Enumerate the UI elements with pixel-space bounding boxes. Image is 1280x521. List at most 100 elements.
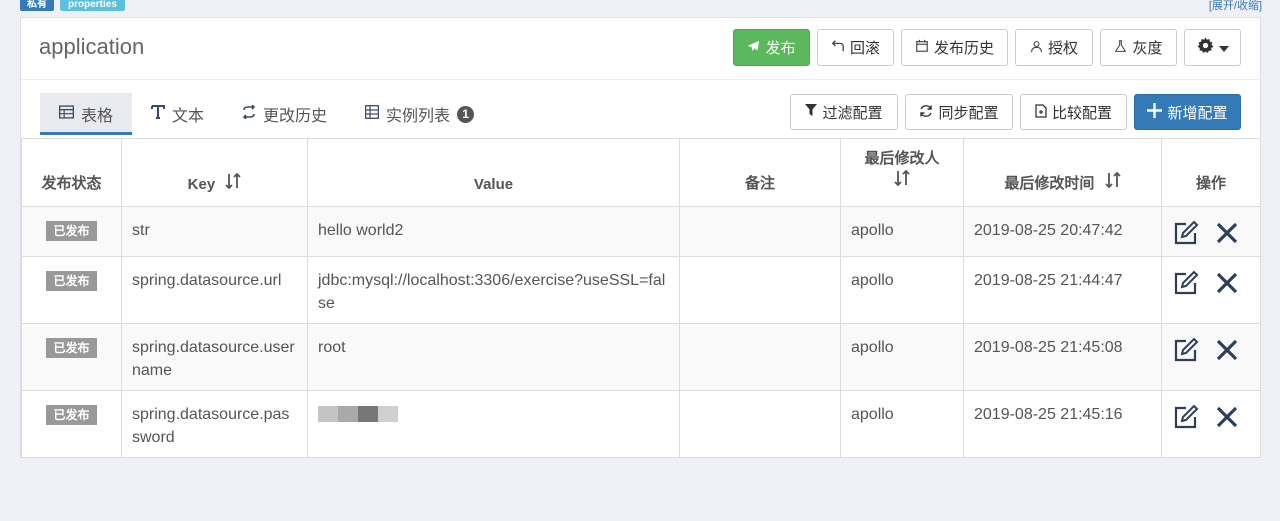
- edit-icon[interactable]: [1172, 336, 1200, 364]
- column-value: Value: [307, 138, 680, 207]
- cell-modifier: apollo: [840, 256, 964, 324]
- instance-count-badge: 1: [457, 105, 475, 123]
- table-tools: 过滤配置 同步配置 比较配置 新增配置: [790, 94, 1241, 130]
- view-tabbar: 表格 文本 更改历史 实例列表 1 过滤配置 同步配置 比较配置 新增配置: [21, 80, 1260, 138]
- authorize-label: 授权: [1047, 40, 1078, 57]
- flask-icon: [1114, 39, 1127, 56]
- cell-time: 2019-08-25 20:47:42: [963, 206, 1162, 257]
- sort-icon[interactable]: [221, 172, 241, 193]
- delete-icon[interactable]: [1213, 269, 1241, 297]
- tab-table-label: 表格: [81, 108, 114, 125]
- column-key[interactable]: Key: [121, 138, 308, 207]
- gray-release-button[interactable]: 灰度: [1100, 29, 1177, 66]
- text-icon: [151, 105, 166, 123]
- cell-key: spring.datasource.url: [121, 256, 308, 324]
- cell-key: spring.datasource.username: [121, 323, 308, 391]
- cell-modifier: apollo: [840, 323, 964, 391]
- calendar-icon: [915, 39, 929, 56]
- refresh-icon: [919, 104, 933, 121]
- rollback-button[interactable]: 回滚: [817, 29, 894, 66]
- sort-icon[interactable]: [894, 169, 910, 190]
- table-row: 已发布 spring.datasource.url jdbc:mysql://l…: [21, 256, 1261, 324]
- view-tabs: 表格 文本 更改历史 实例列表 1: [40, 93, 493, 135]
- cell-value-masked: [307, 390, 680, 458]
- table-row: 已发布 spring.datasource.username root apol…: [21, 323, 1261, 391]
- caret-down-icon: [1218, 39, 1229, 56]
- private-badge: 私有: [20, 0, 54, 11]
- namespace-title: application: [39, 34, 145, 59]
- cell-time: 2019-08-25 21:44:47: [963, 256, 1162, 324]
- namespace-actions: 发布 回滚 发布历史 授权 灰度: [733, 29, 1241, 66]
- table-header-row: 发布状态 Key Value 备注 最后修改人 最后修改时间 操作: [21, 138, 1261, 207]
- cell-time: 2019-08-25 21:45:16: [963, 390, 1162, 458]
- namespace-panel: application 发布 回滚 发布历史 授权 灰度 表格 文本 更改历史 …: [20, 17, 1261, 458]
- gear-icon: [1197, 37, 1214, 58]
- history-icon: [242, 104, 256, 123]
- tab-table[interactable]: 表格: [40, 93, 133, 135]
- gray-release-label: 灰度: [1132, 40, 1163, 57]
- user-icon: [1030, 40, 1043, 56]
- namespace-badges: 私有 properties: [20, 0, 125, 11]
- status-badge: 已发布: [46, 405, 97, 425]
- status-badge: 已发布: [46, 271, 97, 291]
- edit-icon[interactable]: [1172, 269, 1200, 297]
- delete-icon[interactable]: [1213, 336, 1241, 364]
- delete-icon[interactable]: [1213, 219, 1241, 247]
- publish-history-button[interactable]: 发布历史: [901, 29, 1008, 66]
- sync-config-label: 同步配置: [938, 104, 999, 122]
- instance-list-icon: [365, 105, 379, 123]
- cell-value: root: [307, 323, 680, 391]
- send-icon: [747, 40, 760, 56]
- cell-comment: [679, 323, 841, 391]
- rollback-label: 回滚: [849, 40, 880, 57]
- sync-config-button[interactable]: 同步配置: [905, 94, 1013, 130]
- column-ops: 操作: [1161, 138, 1261, 207]
- filter-icon: [805, 104, 818, 120]
- edit-icon[interactable]: [1172, 219, 1200, 247]
- publish-label: 发布: [765, 40, 796, 57]
- tab-instance-list-label: 实例列表: [386, 108, 451, 125]
- cell-comment: [679, 390, 841, 458]
- table-row: 已发布 spring.datasource.password apollo 20…: [21, 390, 1261, 458]
- delete-icon[interactable]: [1213, 403, 1241, 431]
- expand-collapse-link[interactable]: [展开/收缩]: [1209, 0, 1262, 13]
- column-comment: 备注: [679, 138, 841, 207]
- publish-history-label: 发布历史: [933, 40, 994, 57]
- tab-instance-list[interactable]: 实例列表 1: [346, 93, 493, 135]
- compare-config-button[interactable]: 比较配置: [1020, 94, 1127, 130]
- status-badge: 已发布: [46, 338, 97, 358]
- settings-dropdown-button[interactable]: [1184, 29, 1241, 66]
- cell-modifier: apollo: [840, 206, 964, 257]
- panel-header: application 发布 回滚 发布历史 授权 灰度: [21, 18, 1260, 80]
- filter-config-label: 过滤配置: [822, 104, 883, 122]
- cell-comment: [679, 206, 841, 257]
- cell-modifier: apollo: [840, 390, 964, 458]
- cell-key: str: [121, 206, 308, 257]
- plus-icon: [1147, 101, 1163, 124]
- compare-config-label: 比较配置: [1051, 104, 1112, 122]
- column-status: 发布状态: [21, 138, 122, 207]
- tab-text[interactable]: 文本: [132, 93, 223, 135]
- format-badge: properties: [60, 0, 125, 11]
- undo-icon: [831, 39, 845, 56]
- tab-text-label: 文本: [172, 108, 205, 125]
- edit-icon[interactable]: [1172, 403, 1200, 431]
- authorize-button[interactable]: 授权: [1015, 29, 1093, 66]
- publish-button[interactable]: 发布: [733, 29, 810, 66]
- cell-time: 2019-08-25 21:45:08: [963, 323, 1162, 391]
- column-modified-time[interactable]: 最后修改时间: [963, 138, 1162, 207]
- filter-config-button[interactable]: 过滤配置: [790, 94, 898, 130]
- cell-value: hello world2: [307, 206, 680, 257]
- table-row: 已发布 str hello world2 apollo 2019-08-25 2…: [21, 206, 1261, 257]
- masked-value: [318, 406, 398, 422]
- table-icon: [58, 105, 75, 123]
- add-config-label: 新增配置: [1167, 104, 1228, 122]
- tab-change-history-label: 更改历史: [263, 108, 328, 125]
- sort-icon[interactable]: [1100, 171, 1121, 192]
- cell-value: jdbc:mysql://localhost:3306/exercise?use…: [307, 256, 680, 324]
- tab-change-history[interactable]: 更改历史: [223, 93, 346, 135]
- file-compare-icon: [1035, 103, 1047, 121]
- column-modifier[interactable]: 最后修改人: [840, 138, 964, 207]
- add-config-button[interactable]: 新增配置: [1134, 94, 1241, 130]
- status-badge: 已发布: [46, 221, 97, 241]
